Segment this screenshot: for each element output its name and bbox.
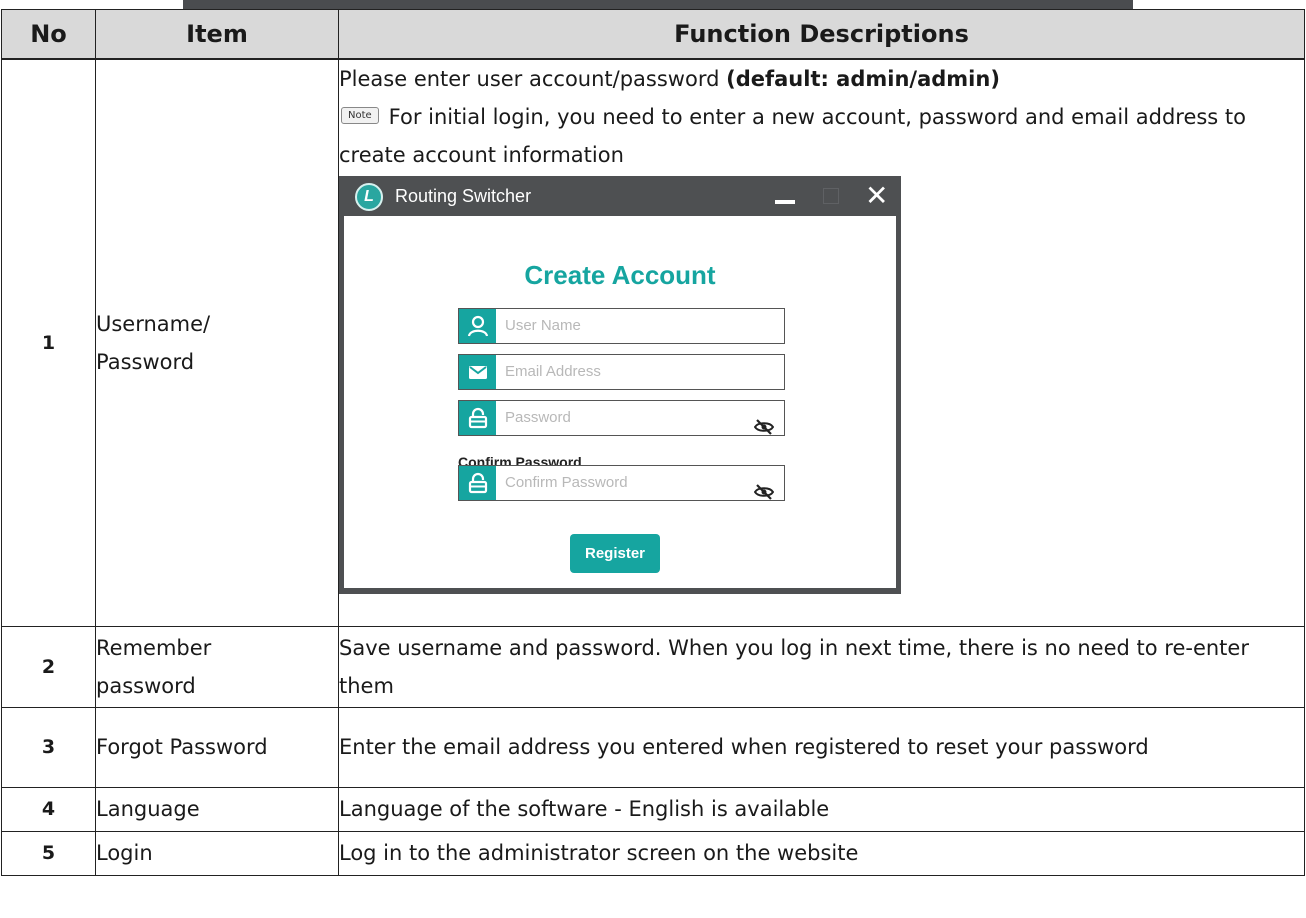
row-item: Forgot Password	[95, 706, 339, 788]
window-titlebar: L Routing Switcher ✕	[339, 176, 901, 216]
row-item: Language	[95, 786, 339, 832]
table-header-row: No Item Function Descriptions	[1, 9, 1305, 60]
row-no: 4	[1, 786, 96, 832]
lock-icon	[459, 401, 496, 435]
note-badge: Note	[341, 106, 379, 124]
password-placeholder: Password	[505, 409, 571, 426]
row-no: 3	[1, 706, 96, 788]
row-no: 1	[1, 58, 96, 627]
header-function-descriptions: Function Descriptions	[338, 9, 1305, 60]
description-line: Please enter user account/password (defa…	[339, 60, 1304, 98]
row-no: 5	[1, 830, 96, 876]
row-description: Log in to the administrator screen on th…	[338, 830, 1305, 876]
eye-off-icon[interactable]	[753, 474, 775, 512]
username-placeholder: User Name	[505, 317, 581, 334]
header-no: No	[1, 9, 96, 60]
table-row: 2 Remember password Save username and pa…	[1, 625, 1305, 708]
maximize-icon[interactable]	[823, 188, 839, 204]
mail-icon	[459, 355, 496, 389]
item-line: Username/	[96, 311, 211, 336]
row-description: Enter the email address you entered when…	[338, 706, 1305, 788]
row-item: Username/ Password	[95, 58, 339, 627]
description-text: Please enter user account/password	[339, 67, 727, 91]
note-paragraph: Note For initial login, you need to enter…	[339, 98, 1304, 174]
note-text: For initial login, you need to enter a n…	[339, 105, 1247, 167]
table-row: 4 Language Language of the software - En…	[1, 786, 1305, 832]
register-button[interactable]: Register	[570, 534, 660, 573]
create-account-window: L Routing Switcher ✕ Create Account User	[339, 176, 901, 594]
table-row: 1 Username/ Password Please enter user a…	[1, 58, 1305, 627]
top-dark-bar	[183, 0, 1133, 9]
row-no: 2	[1, 625, 96, 708]
row-item: Remember password	[95, 625, 339, 708]
window-body: Create Account User Name Email Address P…	[344, 216, 896, 588]
row-item: Login	[95, 830, 339, 876]
close-icon[interactable]: ✕	[865, 179, 888, 213]
default-credentials: (default: admin/admin)	[726, 67, 1000, 91]
window-title: Routing Switcher	[395, 186, 532, 206]
user-icon	[459, 309, 496, 343]
table-row: 3 Forgot Password Enter the email addres…	[1, 706, 1305, 788]
item-line: password	[96, 673, 196, 698]
table-row: 5 Login Log in to the administrator scre…	[1, 830, 1305, 876]
email-placeholder: Email Address	[505, 363, 601, 380]
row-description: Language of the software - English is av…	[338, 786, 1305, 832]
row-description: Please enter user account/password (defa…	[338, 58, 1305, 627]
create-account-heading: Create Account	[524, 260, 716, 290]
row-description: Save username and password. When you log…	[338, 625, 1305, 708]
email-field[interactable]: Email Address	[458, 354, 785, 390]
item-line: Remember	[96, 635, 212, 660]
minimize-icon[interactable]	[775, 200, 795, 204]
function-table: No Item Function Descriptions 1 Username…	[1, 9, 1305, 876]
username-field[interactable]: User Name	[458, 308, 785, 344]
item-line: Password	[96, 349, 195, 374]
confirm-password-placeholder: Confirm Password	[505, 474, 628, 491]
app-logo-icon: L	[355, 183, 383, 211]
eye-off-icon[interactable]	[753, 409, 775, 447]
lock-icon	[459, 466, 496, 500]
password-field[interactable]: Password	[458, 400, 785, 436]
header-item: Item	[95, 9, 339, 60]
confirm-password-field[interactable]: Confirm Password	[458, 465, 785, 501]
